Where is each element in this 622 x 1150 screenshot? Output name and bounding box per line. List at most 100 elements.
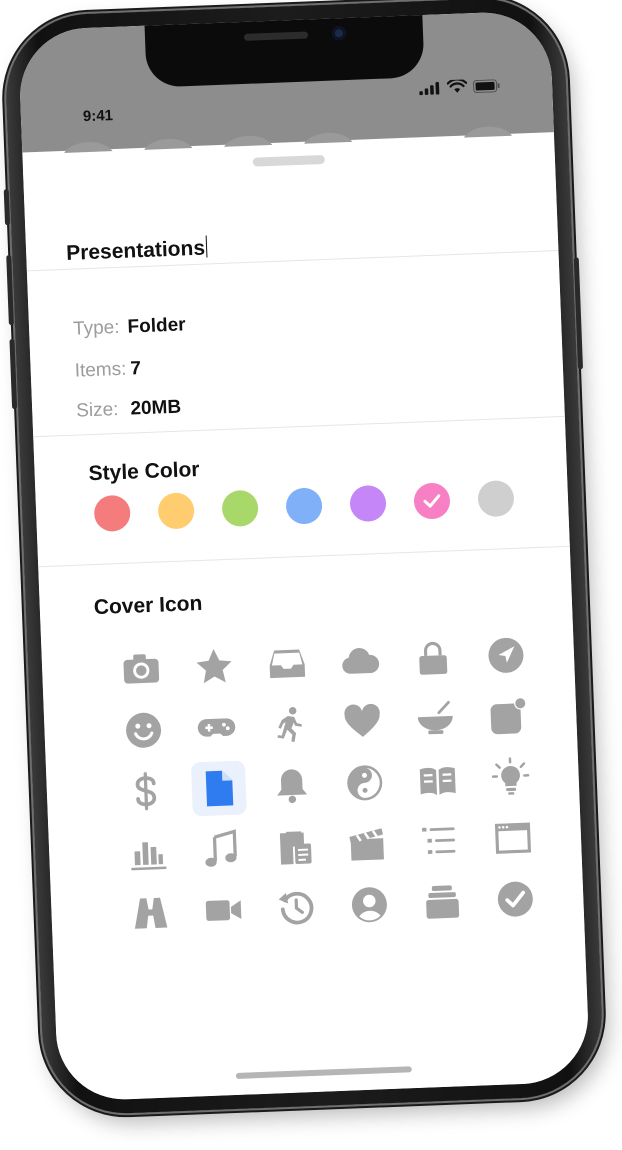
checkmark-circle-icon bbox=[494, 878, 536, 920]
color-swatch[interactable] bbox=[221, 489, 259, 528]
cover-icon-option[interactable] bbox=[468, 623, 543, 687]
heart-icon bbox=[341, 701, 383, 743]
cover-icon-option[interactable] bbox=[477, 867, 552, 931]
phone-frame: 9:41 Presentations Type: Folder Items: 7… bbox=[3, 0, 605, 1117]
running-person-icon bbox=[268, 703, 310, 745]
bowl-icon bbox=[414, 698, 456, 740]
cover-icon-option[interactable] bbox=[475, 806, 550, 870]
cover-icon-option[interactable] bbox=[103, 637, 178, 701]
text-cursor bbox=[205, 235, 208, 258]
folder-name-text: Presentations bbox=[65, 236, 206, 265]
info-value: 20MB bbox=[130, 396, 182, 420]
clapperboard-icon bbox=[346, 823, 388, 865]
star-icon bbox=[193, 645, 235, 687]
cover-icon-option[interactable] bbox=[397, 687, 472, 751]
cover-icon-option[interactable] bbox=[331, 872, 406, 936]
style-color-title: Style Color bbox=[88, 457, 200, 486]
color-swatch[interactable] bbox=[349, 484, 387, 523]
cover-icon-option[interactable] bbox=[176, 634, 251, 698]
signal-icon bbox=[419, 81, 441, 95]
open-book-icon bbox=[416, 759, 458, 801]
cover-icon-option[interactable] bbox=[322, 629, 397, 693]
cover-icon-title: Cover Icon bbox=[93, 591, 203, 620]
info-label: Items: bbox=[74, 358, 127, 382]
lightbulb-icon bbox=[489, 756, 531, 798]
cover-icon-option[interactable] bbox=[254, 753, 329, 817]
mute-switch bbox=[3, 189, 11, 226]
cover-icon-option[interactable] bbox=[249, 631, 324, 695]
smiley-icon bbox=[122, 709, 164, 751]
divider bbox=[38, 545, 570, 568]
cover-icon-option[interactable] bbox=[256, 814, 331, 878]
cover-icon-option[interactable] bbox=[108, 759, 183, 823]
info-label: Type: bbox=[72, 316, 120, 340]
cover-icon-option[interactable] bbox=[400, 748, 475, 812]
cover-icon-option[interactable] bbox=[395, 626, 470, 690]
yin-yang-icon bbox=[343, 762, 385, 804]
cover-icon-option[interactable] bbox=[185, 878, 260, 942]
clipboard-icon bbox=[273, 825, 315, 867]
phone-screen: 9:41 Presentations Type: Folder Items: 7… bbox=[17, 10, 591, 1102]
checklist-icon bbox=[419, 820, 461, 862]
music-note-icon bbox=[200, 828, 242, 870]
status-time: 9:41 bbox=[82, 107, 114, 126]
notch bbox=[144, 13, 425, 88]
color-swatch[interactable] bbox=[285, 487, 323, 525]
color-swatch[interactable] bbox=[93, 494, 131, 533]
bar-chart-icon bbox=[127, 831, 169, 873]
sheet-grabber[interactable] bbox=[252, 154, 325, 167]
color-swatch[interactable] bbox=[157, 492, 195, 530]
color-swatch[interactable] bbox=[477, 479, 515, 518]
camera-icon bbox=[120, 648, 162, 690]
folder-name-field[interactable]: Presentations bbox=[66, 235, 208, 265]
gamepad-icon bbox=[195, 706, 237, 748]
cover-icon-option[interactable] bbox=[472, 745, 547, 809]
cover-icon-option[interactable] bbox=[105, 698, 180, 762]
color-swatch[interactable] bbox=[413, 482, 451, 520]
cover-icon-option[interactable] bbox=[329, 811, 404, 875]
cover-icon-option[interactable] bbox=[402, 809, 477, 873]
color-swatches bbox=[93, 479, 515, 533]
battery-icon bbox=[472, 78, 500, 93]
info-value: 7 bbox=[130, 358, 142, 380]
bell-icon bbox=[271, 764, 313, 806]
inbox-tray-icon bbox=[266, 642, 308, 684]
cover-icon-option[interactable] bbox=[258, 875, 333, 939]
volume-up-button bbox=[6, 255, 14, 326]
stack-icon bbox=[421, 881, 463, 923]
lock-icon bbox=[412, 637, 454, 679]
video-camera-icon bbox=[202, 889, 244, 931]
cover-icon-option[interactable] bbox=[324, 690, 399, 754]
front-camera bbox=[331, 26, 347, 41]
history-icon bbox=[275, 886, 317, 928]
folder-detail-sheet: Presentations Type: Folder Items: 7 Size: 2… bbox=[22, 134, 591, 1102]
info-row-type: Type: Folder bbox=[73, 314, 186, 340]
cover-icon-option[interactable] bbox=[112, 881, 187, 945]
binoculars-icon bbox=[129, 892, 171, 934]
cloud-icon bbox=[339, 640, 381, 682]
checkmark-icon bbox=[423, 494, 442, 509]
info-label: Size: bbox=[75, 399, 119, 422]
volume-down-button bbox=[9, 338, 18, 410]
notification-badge-icon bbox=[487, 695, 529, 737]
user-circle-icon bbox=[348, 884, 390, 926]
info-value: Folder bbox=[127, 314, 186, 338]
system-icons bbox=[419, 78, 500, 95]
document-icon bbox=[190, 759, 247, 816]
cover-icon-option[interactable] bbox=[181, 756, 256, 820]
power-button bbox=[573, 257, 584, 370]
dollar-icon bbox=[125, 770, 167, 812]
cover-icon-option[interactable] bbox=[327, 750, 402, 814]
wifi-icon bbox=[446, 79, 468, 94]
location-arrow-icon bbox=[485, 634, 527, 676]
cover-icon-option[interactable] bbox=[404, 870, 479, 934]
info-row-items: Items: 7 bbox=[74, 358, 141, 383]
cover-icon-grid bbox=[103, 623, 552, 945]
cover-icon-option[interactable] bbox=[251, 692, 326, 756]
cover-icon-option[interactable] bbox=[178, 695, 253, 759]
cover-icon-option[interactable] bbox=[110, 820, 185, 884]
speaker bbox=[243, 31, 309, 41]
cover-icon-option[interactable] bbox=[470, 684, 545, 748]
status-bar: 9:41 bbox=[17, 10, 554, 159]
cover-icon-option[interactable] bbox=[183, 817, 258, 881]
